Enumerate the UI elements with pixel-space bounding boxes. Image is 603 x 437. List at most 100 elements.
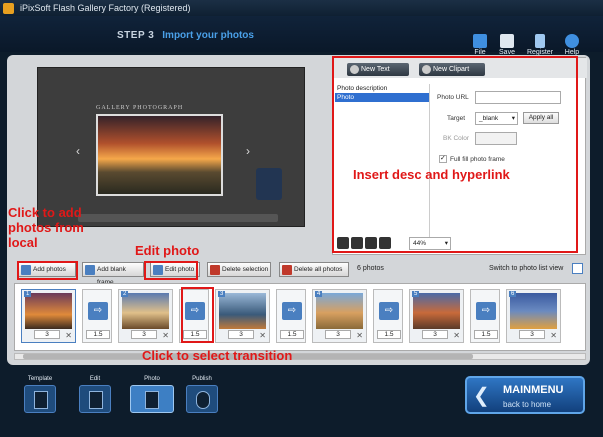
photo-duration[interactable]: 3	[34, 330, 60, 339]
new-text-label: New Text	[361, 66, 390, 73]
photo-image	[510, 293, 557, 329]
delete-icon	[210, 265, 220, 275]
step-title: Import your photos	[162, 30, 254, 41]
target-value: _blank	[479, 115, 499, 122]
nav-photo[interactable]: Photo	[126, 376, 178, 416]
nav-template[interactable]: Template	[20, 376, 60, 416]
photo-number: 5	[412, 291, 420, 297]
transition-slot[interactable]: ⇨ 1.5	[276, 289, 306, 343]
photo-duration[interactable]: 3	[519, 330, 545, 339]
photo-duration[interactable]: 3	[131, 330, 157, 339]
transition-slot[interactable]: ⇨ 1.5	[470, 289, 500, 343]
edit-photo-button[interactable]: Edit photo	[150, 262, 200, 277]
wrench-icon	[535, 34, 545, 48]
remove-icon[interactable]: ✕	[65, 331, 72, 340]
bk-color-label: BK Color	[443, 135, 470, 142]
photo-thumb[interactable]: 6 3 ✕	[506, 289, 561, 343]
list-view-icon[interactable]	[572, 263, 583, 274]
text-icon	[350, 65, 359, 74]
help-icon	[565, 34, 579, 48]
annotation-edit-text: Edit photo	[135, 243, 200, 258]
nav-publish[interactable]: Publish	[182, 376, 222, 416]
edit-icon	[79, 385, 111, 413]
new-clipart-label: New Clipart	[433, 66, 470, 73]
apply-all-button[interactable]: Apply all	[523, 112, 559, 124]
transition-slot[interactable]: ⇨ 1.5	[179, 289, 209, 343]
photo-url-input[interactable]	[475, 91, 561, 104]
transition-slot[interactable]: ⇨ 1.5	[373, 289, 403, 343]
photo-image	[413, 293, 460, 329]
remove-icon[interactable]: ✕	[162, 331, 169, 340]
nav-edit[interactable]: Edit	[75, 376, 115, 416]
title-bar: iPixSoft Flash Gallery Factory (Register…	[0, 0, 603, 16]
transition-slot[interactable]: ⇨ 1.5	[82, 289, 112, 343]
switch-view-link[interactable]: Switch to photo list view	[489, 265, 563, 272]
photo-number: 6	[509, 291, 517, 297]
delete-selection-button[interactable]: Delete selection	[207, 262, 271, 277]
zoom-in-icon[interactable]	[351, 237, 363, 249]
nav-template-label: Template	[27, 376, 53, 382]
preview-filmstrip	[78, 214, 278, 222]
window-title: iPixSoft Flash Gallery Factory (Register…	[20, 3, 191, 13]
remove-icon[interactable]: ✕	[356, 331, 363, 340]
folder-icon	[473, 34, 487, 48]
mainmenu-title: MAINMENU	[503, 384, 564, 396]
photo-action-bar: Add photos Add blank frame Edit photo De…	[14, 262, 586, 286]
delete-selection-label: Delete selection	[222, 266, 269, 273]
annotation-transition-text: Click to select transition	[142, 348, 293, 363]
dropdown-arrow-icon: ▾	[511, 115, 515, 122]
target-select[interactable]: _blank ▾	[475, 112, 518, 125]
transition-duration[interactable]: 1.5	[183, 330, 207, 339]
strip-scrollbar[interactable]	[14, 353, 586, 360]
full-fill-checkbox[interactable]: ✓	[439, 155, 447, 163]
new-text-button[interactable]: New Text	[347, 63, 409, 76]
photo-duration[interactable]: 3	[228, 330, 254, 339]
photo-number: 3	[218, 291, 226, 297]
actual-size-icon[interactable]	[379, 237, 391, 249]
bk-color-picker[interactable]	[475, 132, 517, 145]
annotation-add-text: Click to add photos from local	[8, 205, 84, 250]
transition-arrow-icon: ⇨	[185, 302, 205, 320]
photo-thumb[interactable]: 2 3 ✕	[118, 289, 173, 343]
list-item-photo[interactable]: Photo	[335, 93, 429, 102]
photo-duration[interactable]: 3	[422, 330, 448, 339]
next-arrow-icon[interactable]: ›	[246, 144, 250, 158]
photo-thumb[interactable]: 3 3 ✕	[215, 289, 270, 343]
gallery-preview[interactable]: GALLERY PHOTOGRAPH ‹ ›	[37, 67, 305, 227]
photo-thumb[interactable]: 4 3 ✕	[312, 289, 367, 343]
full-fill-label: Full fill photo frame	[450, 156, 505, 163]
delete-all-photos-button[interactable]: Delete all photos	[279, 262, 349, 277]
transition-duration[interactable]: 1.5	[377, 330, 401, 339]
nav-edit-label: Edit	[89, 376, 101, 382]
remove-icon[interactable]: ✕	[453, 331, 460, 340]
preview-photo	[96, 114, 223, 196]
zoom-out-icon[interactable]	[337, 237, 349, 249]
floppy-icon	[500, 34, 514, 48]
header-bar: File Save Register Help	[0, 16, 603, 56]
new-clipart-button[interactable]: New Clipart	[419, 63, 485, 76]
photo-thumb[interactable]: 5 3 ✕	[409, 289, 464, 343]
delete-all-icon	[282, 265, 292, 275]
zoom-bar: 44% ▾	[337, 237, 457, 251]
photo-thumb[interactable]: 1 3 ✕	[21, 289, 76, 343]
transition-duration[interactable]: 1.5	[86, 330, 110, 339]
add-photos-button[interactable]: Add photos	[18, 262, 76, 277]
gallery-title: GALLERY PHOTOGRAPH	[96, 105, 184, 111]
edit-photo-label: Edit photo	[165, 266, 195, 273]
add-blank-frame-button[interactable]: Add blank frame	[82, 262, 144, 286]
fit-icon[interactable]	[365, 237, 377, 249]
zoom-select[interactable]: 44% ▾	[409, 237, 451, 250]
photo-number: 2	[121, 291, 129, 297]
remove-icon[interactable]: ✕	[550, 331, 557, 340]
remove-icon[interactable]: ✕	[259, 331, 266, 340]
edit-photo-icon	[153, 265, 163, 275]
transition-duration[interactable]: 1.5	[474, 330, 498, 339]
transition-duration[interactable]: 1.5	[280, 330, 304, 339]
list-item-photo-description[interactable]: Photo description	[335, 84, 429, 93]
transition-arrow-icon: ⇨	[476, 302, 496, 320]
nav-photo-label: Photo	[144, 376, 160, 382]
photo-duration[interactable]: 3	[325, 330, 351, 339]
mainmenu-button[interactable]: ❮ MAINMENU back to home	[465, 376, 585, 414]
clipart-icon	[422, 65, 431, 74]
prev-arrow-icon[interactable]: ‹	[76, 144, 80, 158]
